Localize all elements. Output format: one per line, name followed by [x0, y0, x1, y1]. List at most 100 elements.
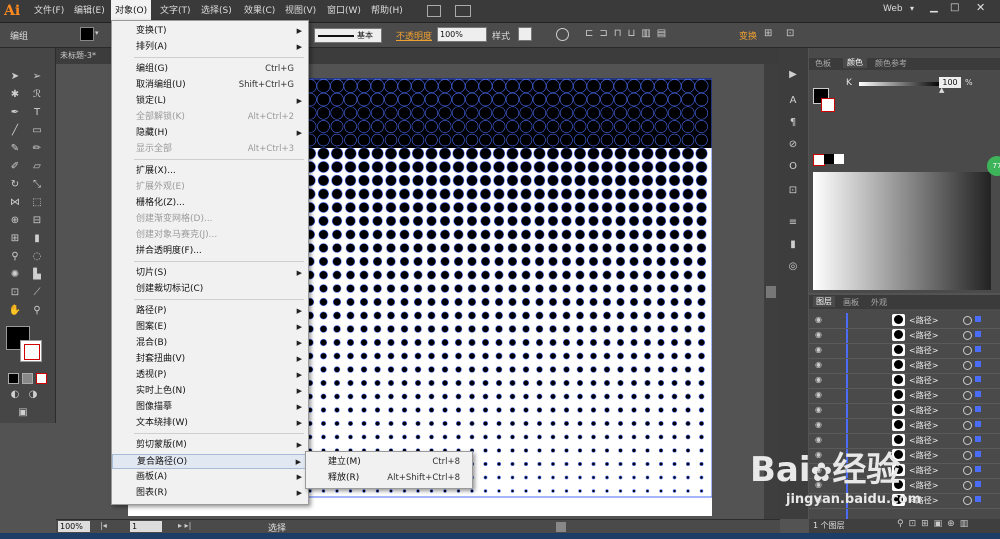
object-menu-item[interactable]: 画板(A) ▶ [112, 470, 308, 485]
workspace-switcher[interactable]: Web [883, 4, 903, 14]
target-icon[interactable] [963, 361, 972, 370]
navigator-icon[interactable]: ⊡ [786, 184, 800, 198]
object-menu-item[interactable]: 排列(A) ▶ [112, 40, 308, 55]
target-icon[interactable] [963, 421, 972, 430]
menu-effect[interactable]: 效果(C) [240, 0, 279, 22]
visibility-eye-icon[interactable]: ◉ [815, 345, 822, 354]
scroll-thumb[interactable] [766, 286, 776, 298]
layer-row[interactable]: ◉ <路径> [809, 343, 1000, 359]
layer-row[interactable]: ◉ <路径> [809, 358, 1000, 374]
fill-swatch[interactable] [80, 27, 94, 41]
document-tab[interactable]: 未标题-3* [60, 50, 96, 61]
stroke-profile-dropdown[interactable]: 基本 [314, 28, 382, 43]
visibility-eye-icon[interactable]: ◉ [815, 405, 822, 414]
scale-tool-icon[interactable]: ⤡ [30, 178, 44, 192]
menu-edit[interactable]: 编辑(E) [70, 0, 109, 22]
artboard-number-field[interactable]: 1 [130, 521, 162, 532]
object-menu-item[interactable]: 显示全部 Alt+Ctrl+3 [112, 142, 308, 157]
horizontal-scroll-thumb[interactable] [556, 522, 566, 532]
object-menu-item[interactable]: 扩展外观(E) [112, 180, 308, 195]
object-menu-item[interactable]: 图像描摹 ▶ [112, 400, 308, 415]
lasso-icon[interactable]: ℛ [30, 88, 44, 102]
make-compound-path-item[interactable]: 建立(M) Ctrl+8 [306, 454, 472, 470]
stroke-panel-icon[interactable]: ≡ [786, 216, 800, 230]
object-menu-item[interactable]: 封套扭曲(V) ▶ [112, 352, 308, 367]
pencil-icon[interactable]: ✏ [30, 142, 44, 156]
k-slider[interactable] [859, 82, 941, 86]
layer-row[interactable]: ◉ <路径> [809, 403, 1000, 419]
transparency-panel-icon[interactable]: ◎ [786, 260, 800, 274]
draw-mode-icon[interactable]: ◐ [8, 388, 22, 402]
transform-grid-icon[interactable]: ⊞ [764, 28, 772, 39]
tab-color-guide[interactable]: 颜色参考 [875, 58, 907, 69]
object-menu-item[interactable]: 创建对象马赛克(J)... [112, 228, 308, 243]
visibility-eye-icon[interactable]: ◉ [815, 435, 822, 444]
gradient-tool-icon[interactable]: ▮ [30, 232, 44, 246]
black-color-icon[interactable] [824, 154, 834, 164]
type-tool-icon[interactable]: T [30, 106, 44, 120]
object-menu-item[interactable]: 扩展(X)... [112, 164, 308, 179]
symbol-sprayer-icon[interactable]: ✺ [8, 268, 22, 282]
rectangle-tool-icon[interactable]: ▭ [30, 124, 44, 138]
minimize-icon[interactable]: ▁ [930, 2, 938, 13]
selected-art-indicator[interactable] [975, 316, 981, 322]
target-icon[interactable] [963, 466, 972, 475]
object-menu-item[interactable]: 创建渐变网格(D)... [112, 212, 308, 227]
menu-window[interactable]: 窗口(W) [323, 0, 365, 22]
object-menu-item[interactable]: 拼合透明度(F)... [112, 244, 308, 259]
bridge-icon[interactable] [427, 5, 441, 17]
target-icon[interactable] [963, 346, 972, 355]
opacity-input[interactable]: 100% [437, 27, 487, 42]
object-menu-item[interactable]: 编组(G) Ctrl+G [112, 62, 308, 77]
free-transform-icon[interactable]: ⬚ [30, 196, 44, 210]
zoom-tool-icon[interactable]: ⚲ [30, 304, 44, 318]
target-icon[interactable] [963, 376, 972, 385]
tab-color[interactable]: 颜色 [843, 57, 867, 68]
object-menu-item[interactable]: 取消编组(U) Shift+Ctrl+G [112, 78, 308, 93]
layer-row[interactable]: ◉ <路径> [809, 313, 1000, 329]
object-menu-item[interactable]: 混合(B) ▶ [112, 336, 308, 351]
tab-layers[interactable]: 图层 [813, 296, 835, 307]
perspective-grid-icon[interactable]: ⊟ [30, 214, 44, 228]
selected-art-indicator[interactable] [975, 436, 981, 442]
selected-art-indicator[interactable] [975, 361, 981, 367]
tab-swatches[interactable]: 色板 [815, 58, 831, 69]
graphic-style-swatch[interactable] [518, 27, 532, 41]
transform-link[interactable]: 变换 [739, 29, 757, 42]
color-stroke-swatch[interactable] [821, 98, 835, 112]
artboard-tool-icon[interactable]: ⊡ [8, 286, 22, 300]
glyph-panel-icon[interactable]: O [786, 160, 800, 174]
blob-brush-icon[interactable]: ✐ [8, 160, 22, 174]
isolate-icon[interactable]: ⊡ [786, 28, 794, 39]
visibility-eye-icon[interactable]: ◉ [815, 315, 822, 324]
none-mode-icon[interactable] [36, 373, 47, 384]
object-menu-item[interactable]: 图案(E) ▶ [112, 320, 308, 335]
object-menu-item[interactable]: 实时上色(N) ▶ [112, 384, 308, 399]
target-icon[interactable] [963, 331, 972, 340]
visibility-eye-icon[interactable]: ◉ [815, 420, 822, 429]
layer-actions[interactable]: ⚲⊡⊞▣⊕▥ [897, 519, 973, 529]
screen-mode-icon[interactable]: ▣ [16, 406, 30, 420]
opacity-link[interactable]: 不透明度 [396, 29, 432, 42]
layer-row[interactable]: ◉ <路径> [809, 433, 1000, 449]
visibility-eye-icon[interactable]: ◉ [815, 390, 822, 399]
object-menu-item[interactable]: 复合路径(O) ▶ [112, 454, 308, 469]
white-color-icon[interactable] [834, 154, 844, 164]
eraser-icon[interactable]: ▱ [30, 160, 44, 174]
selected-art-indicator[interactable] [975, 376, 981, 382]
target-icon[interactable] [963, 391, 972, 400]
magic-wand-icon[interactable]: ✱ [8, 88, 22, 102]
selected-art-indicator[interactable] [975, 451, 981, 457]
width-tool-icon[interactable]: ⋈ [8, 196, 22, 210]
menu-object[interactable]: 对象(O) [111, 0, 152, 22]
object-menu-item[interactable]: 切片(S) ▶ [112, 266, 308, 281]
selected-art-indicator[interactable] [975, 421, 981, 427]
color-mode-icon[interactable] [8, 373, 19, 384]
object-menu-item[interactable]: 创建裁切标记(C) [112, 282, 308, 297]
maximize-icon[interactable]: □ [950, 2, 959, 13]
selected-art-indicator[interactable] [975, 481, 981, 487]
visibility-eye-icon[interactable]: ◉ [815, 375, 822, 384]
layer-row[interactable]: ◉ <路径> [809, 388, 1000, 404]
target-icon[interactable] [963, 496, 972, 505]
layer-row[interactable]: ◉ <路径> [809, 373, 1000, 389]
